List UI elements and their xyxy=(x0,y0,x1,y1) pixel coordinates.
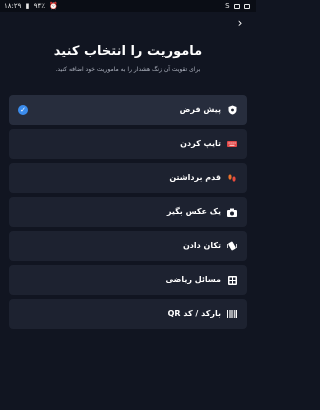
chevron-right-icon: › xyxy=(237,16,243,30)
status-right: S xyxy=(225,0,252,12)
mission-label: پیش فرض xyxy=(179,105,221,114)
calculator-icon xyxy=(227,275,237,285)
mission-item-math[interactable]: مسائل ریاضی xyxy=(9,265,247,295)
mission-label: تایپ کردن xyxy=(180,139,221,148)
status-time: ۱۸:۲۹ xyxy=(4,2,22,10)
image-notification-icon xyxy=(233,3,240,9)
page-title: ماموریت را انتخاب کنید xyxy=(53,44,203,59)
camera-icon xyxy=(227,207,237,217)
footsteps-icon xyxy=(227,173,237,183)
mission-item-barcode[interactable]: بارکد / کد QR xyxy=(9,299,247,329)
back-button[interactable]: › xyxy=(233,16,247,30)
mission-item-steps[interactable]: قدم برداشتن xyxy=(9,163,247,193)
signal-icon: ▮ xyxy=(25,2,30,10)
keyboard-icon xyxy=(227,139,237,149)
alarm-icon: ⏰ xyxy=(49,2,58,10)
mission-label: قدم برداشتن xyxy=(169,173,221,182)
mission-item-typing[interactable]: تایپ کردن xyxy=(9,129,247,159)
status-bar: ۱۸:۲۹ ▮ ۹۴٪ ⏰ S xyxy=(0,0,256,12)
mission-label: بارکد / کد QR xyxy=(167,309,221,318)
mission-item-photo[interactable]: یک عکس بگیر xyxy=(9,197,247,227)
mission-item-shake[interactable]: تکان دادن xyxy=(9,231,247,261)
shield-icon xyxy=(227,105,237,115)
shake-phone-icon xyxy=(227,241,237,251)
checkmark-icon: ✓ xyxy=(18,105,28,115)
mission-list: پیش فرض ✓ تایپ کردن قدم برداشتن یک عکس ب… xyxy=(9,95,247,333)
gallery-notification-icon xyxy=(244,3,250,9)
mission-label: تکان دادن xyxy=(182,241,221,250)
barcode-icon xyxy=(227,309,237,319)
mission-label: یک عکس بگیر xyxy=(166,207,221,216)
mission-item-default[interactable]: پیش فرض ✓ xyxy=(9,95,247,125)
page-subtitle: برای تقویت آن زنگ هشدار را به ماموریت خو… xyxy=(55,66,201,73)
status-left: ۱۸:۲۹ ▮ ۹۴٪ ⏰ xyxy=(4,0,60,12)
status-letter: S xyxy=(225,2,230,10)
mission-label: مسائل ریاضی xyxy=(165,275,221,284)
status-battery: ۹۴٪ xyxy=(33,2,46,10)
